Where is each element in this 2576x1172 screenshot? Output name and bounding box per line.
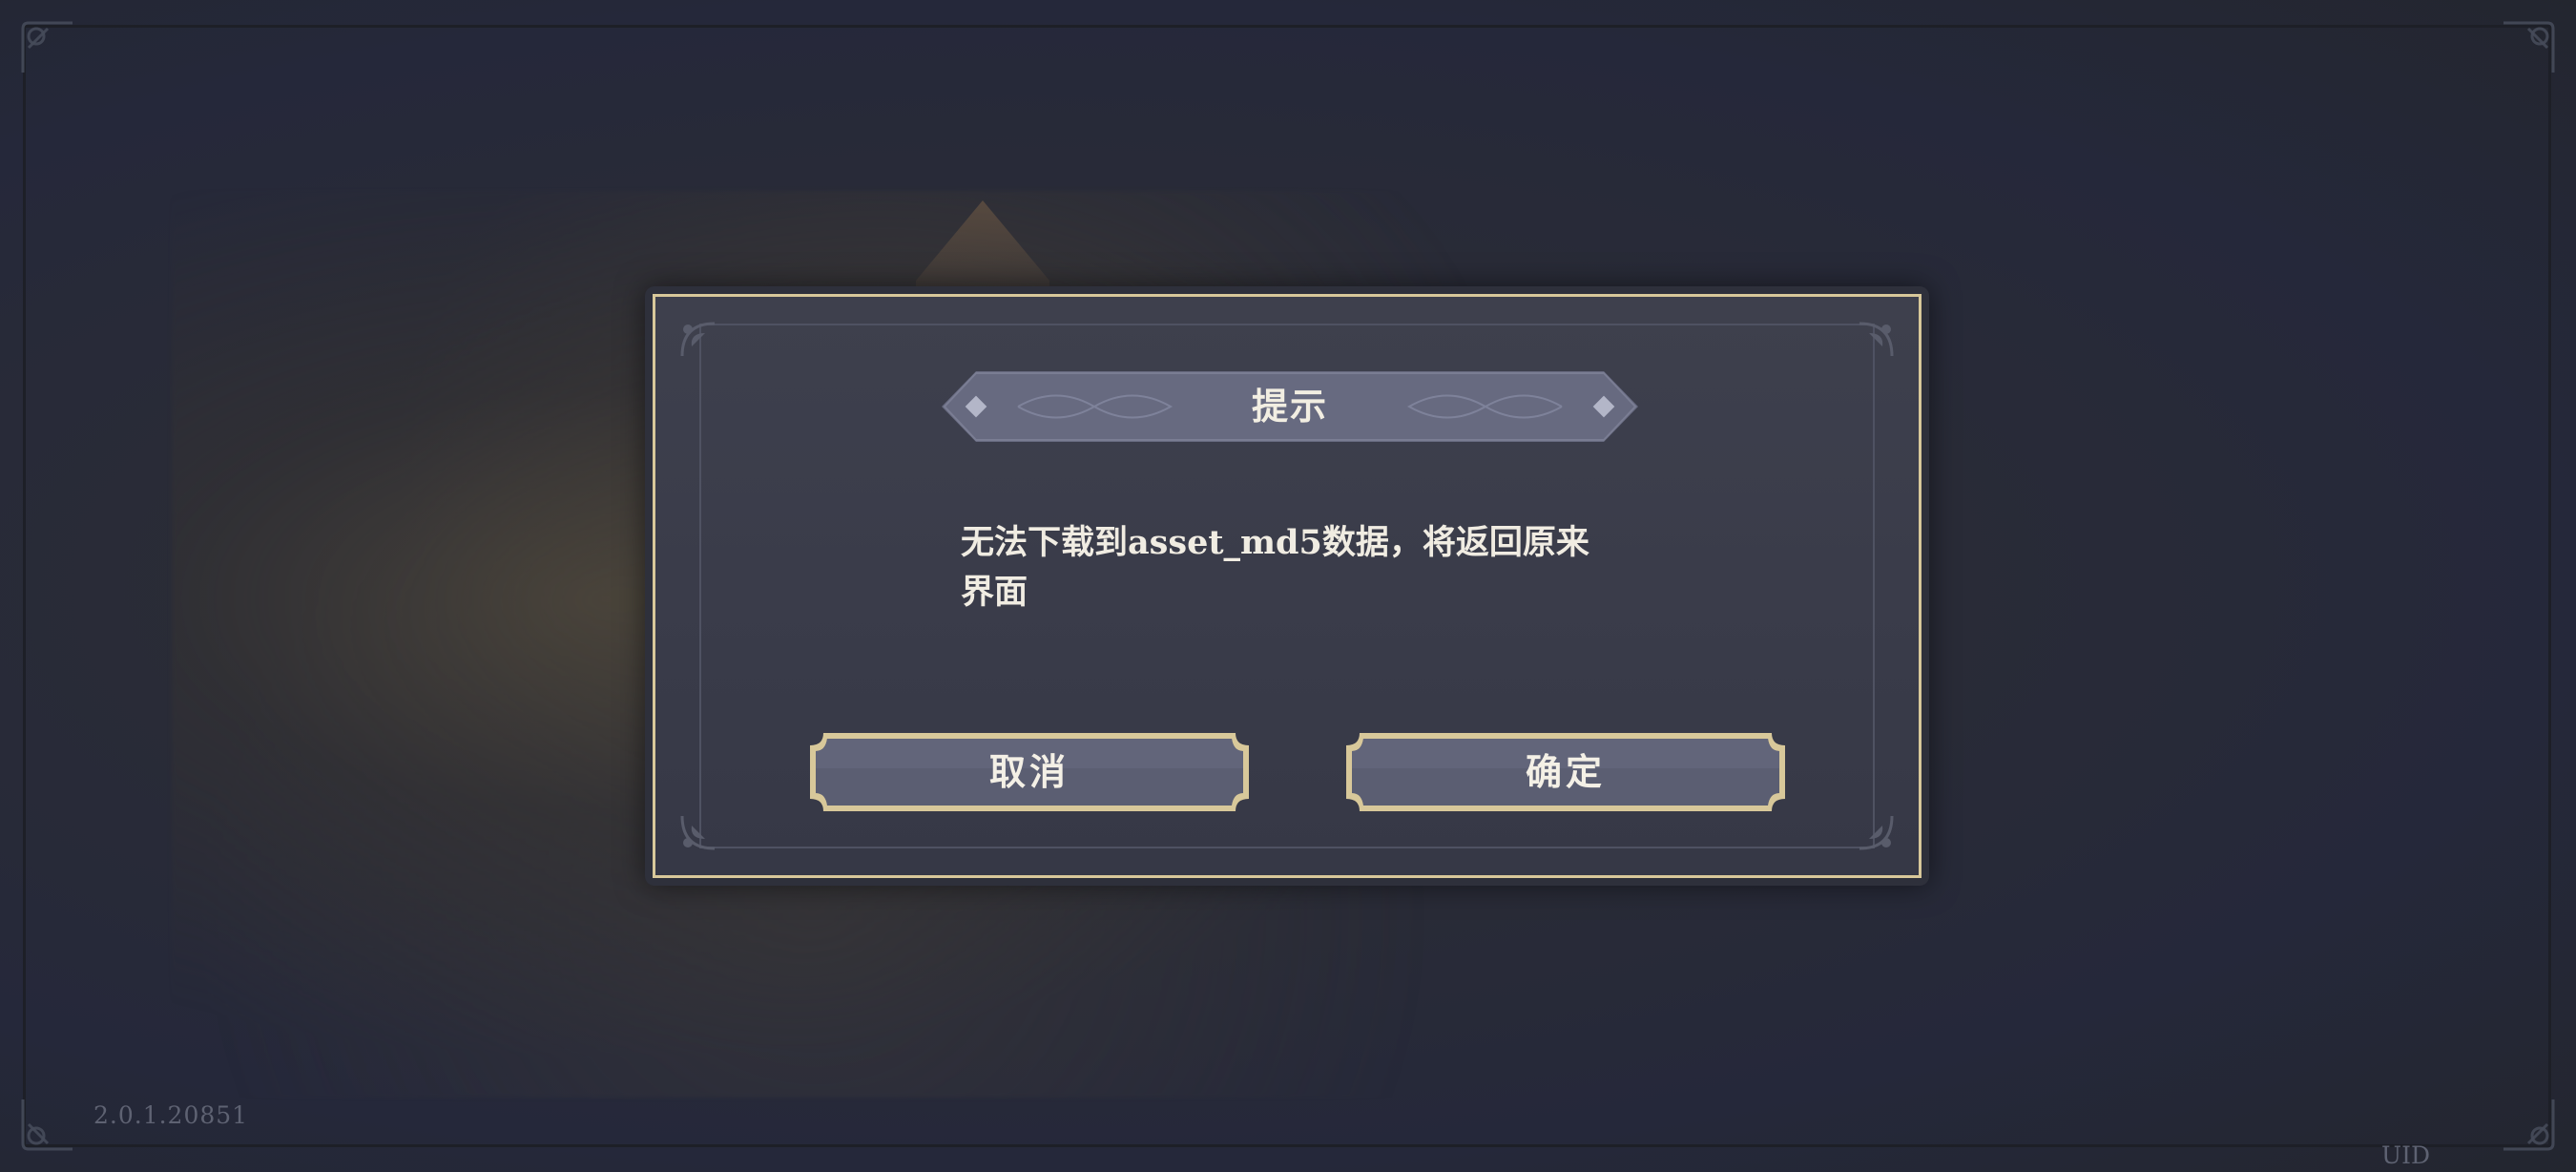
dialog-title-banner: 提示 [942,371,1638,442]
ornament-corner-icon [676,318,732,373]
alert-dialog: 提示 无法下载到asset_md5数据，将返回原来界面 取消 确定 [645,286,1929,886]
confirm-button[interactable]: 确定 [1340,730,1791,814]
ornament-corner-icon [19,1096,76,1153]
cancel-button-label: 取消 [988,750,1070,793]
ornament-corner-icon [1842,799,1898,854]
ornament-corner-icon [2500,1096,2557,1153]
game-screen: 2.0.1.20851 UID 提示 无法下载到asset_md5数据，将返回原… [0,0,2576,1172]
cancel-button[interactable]: 取消 [804,730,1255,814]
confirm-button-label: 确定 [1525,750,1606,793]
ornament-corner-icon [2500,19,2557,76]
dialog-frame: 提示 无法下载到asset_md5数据，将返回原来界面 取消 确定 [653,294,1922,878]
dialog-title: 提示 [1251,385,1328,428]
dialog-message: 无法下载到asset_md5数据，将返回原来界面 [961,523,1589,612]
uid-label: UID [2381,1141,2430,1169]
ornament-corner-icon [19,19,76,76]
ornament-corner-icon [676,799,732,854]
version-label: 2.0.1.20851 [93,1101,249,1129]
ornament-corner-icon [1842,318,1898,373]
